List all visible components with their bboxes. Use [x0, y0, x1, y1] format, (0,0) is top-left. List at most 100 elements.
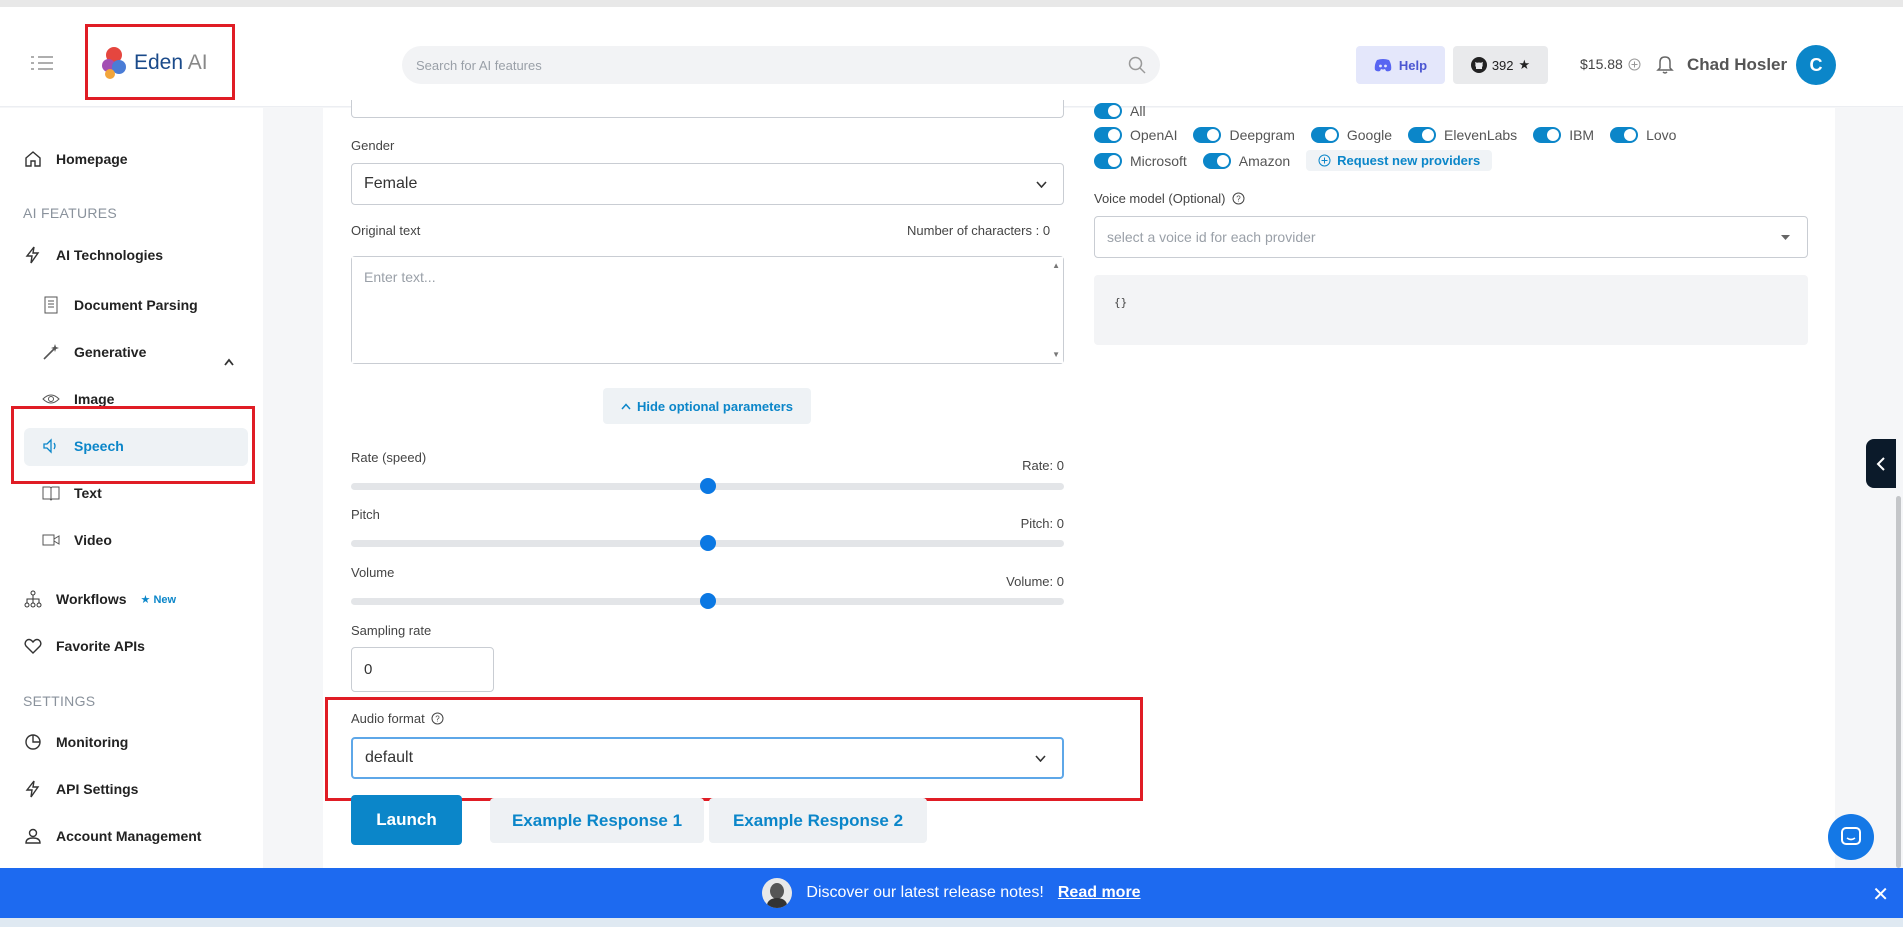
page-scrollbar[interactable]	[1896, 496, 1901, 868]
rate-value: Rate: 0	[1022, 458, 1064, 473]
sidebar-item-text[interactable]: Text	[42, 484, 102, 502]
chat-support-button[interactable]	[1828, 814, 1874, 860]
pitch-slider-thumb[interactable]	[699, 535, 716, 551]
provider-lovo[interactable]: Lovo	[1610, 127, 1676, 143]
provider-all[interactable]: All	[1094, 103, 1146, 119]
top-bar: Eden AI Help 392 ★ $15.88 Chad Hosler C	[0, 0, 1903, 107]
volume-slider-thumb[interactable]	[699, 593, 716, 609]
scroll-down-icon[interactable]: ▼	[1052, 350, 1060, 359]
sidebar-item-workflows[interactable]: Workflows ★ New	[24, 590, 176, 608]
provider-openai[interactable]: OpenAI	[1094, 127, 1177, 143]
sidebar-item-label: Text	[74, 485, 102, 501]
menu-collapse-icon[interactable]	[31, 55, 53, 71]
search-icon[interactable]	[1128, 56, 1146, 74]
github-stars-button[interactable]: 392 ★	[1453, 46, 1548, 84]
scroll-up-icon[interactable]: ▲	[1052, 261, 1060, 270]
provider-amazon[interactable]: Amazon	[1202, 152, 1290, 169]
side-panel-toggle[interactable]	[1866, 439, 1896, 488]
lightning-icon	[25, 246, 40, 264]
help-button[interactable]: Help	[1356, 46, 1445, 84]
sidebar-item-monitoring[interactable]: Monitoring	[24, 733, 128, 751]
sampling-rate-value: 0	[364, 661, 373, 678]
section-ai-features: AI FEATURES	[23, 205, 118, 221]
search-bar	[402, 46, 1160, 84]
audio-format-select[interactable]: default	[351, 737, 1064, 779]
user-name[interactable]: Chad Hosler	[1687, 55, 1787, 75]
sidebar-item-api-settings[interactable]: API Settings	[24, 780, 138, 798]
sampling-rate-label: Sampling rate	[351, 623, 432, 638]
provider-label: IBM	[1569, 127, 1595, 143]
heart-icon	[24, 638, 42, 654]
sidebar-item-favorite-apis[interactable]: Favorite APIs	[24, 637, 145, 655]
notification-bell-icon[interactable]	[1656, 54, 1674, 74]
document-icon	[44, 296, 58, 314]
provider-label: All	[1130, 103, 1146, 119]
request-new-providers-button[interactable]: Request new providers	[1306, 150, 1493, 171]
release-notes-banner: Discover our latest release notes! Read …	[0, 868, 1903, 918]
lightning-icon	[25, 780, 40, 798]
sampling-rate-input[interactable]: 0	[351, 647, 494, 692]
gender-select[interactable]: Female	[351, 163, 1064, 205]
launch-button[interactable]: Launch	[351, 795, 462, 845]
chevron-left-icon	[1876, 456, 1885, 471]
toggle-switch[interactable]	[1193, 127, 1222, 143]
audio-format-label-row: Audio format ?	[351, 711, 444, 726]
sidebar-item-label: Video	[74, 532, 112, 548]
add-credits-icon[interactable]	[1628, 58, 1641, 71]
credits-display[interactable]: $15.88	[1580, 56, 1641, 72]
truncated-field[interactable]	[351, 100, 1064, 118]
sidebar-item-label: Favorite APIs	[56, 638, 145, 654]
rate-slider-thumb[interactable]	[699, 478, 716, 494]
home-icon	[25, 151, 41, 167]
read-more-link[interactable]: Read more	[1058, 884, 1141, 902]
toggle-switch[interactable]	[1610, 127, 1639, 143]
toggle-switch[interactable]	[1408, 127, 1437, 143]
close-icon[interactable]: ✕	[1872, 882, 1889, 907]
help-circle-icon[interactable]: ?	[1232, 192, 1245, 205]
provider-deepgram[interactable]: Deepgram	[1193, 127, 1295, 143]
toggle-switch[interactable]	[1094, 103, 1122, 119]
provider-elevenlabs[interactable]: ElevenLabs	[1408, 127, 1517, 143]
sidebar-item-label: Workflows	[56, 591, 127, 607]
plus-circle-icon	[1318, 154, 1331, 167]
eden-ai-logo[interactable]: Eden AI	[102, 47, 208, 79]
sidebar-item-homepage[interactable]: Homepage	[24, 150, 128, 168]
toggle-switch[interactable]	[1533, 127, 1562, 143]
gender-value: Female	[364, 175, 418, 192]
hide-optional-parameters-button[interactable]: Hide optional parameters	[603, 388, 811, 424]
workflow-icon	[24, 590, 42, 608]
provider-google[interactable]: Google	[1310, 127, 1392, 143]
avatar[interactable]: C	[1796, 45, 1836, 85]
original-text-input[interactable]	[352, 257, 1063, 363]
logo-highlight-box: Eden AI	[85, 24, 235, 100]
provider-ibm[interactable]: IBM	[1533, 127, 1594, 143]
avatar	[762, 878, 793, 908]
new-badge: ★ New	[141, 593, 177, 606]
example-response-1-button[interactable]: Example Response 1	[490, 798, 704, 843]
book-icon	[42, 486, 60, 501]
sidebar-item-video[interactable]: Video	[42, 531, 112, 549]
sidebar-item-speech[interactable]: Speech	[42, 437, 124, 455]
help-circle-icon[interactable]: ?	[431, 712, 444, 725]
sidebar-item-ai-technologies[interactable]: AI Technologies	[24, 246, 163, 264]
original-text-label: Original text	[351, 223, 421, 238]
search-input[interactable]	[402, 46, 1082, 84]
chevron-down-icon	[1036, 181, 1047, 188]
pitch-value: Pitch: 0	[1020, 516, 1064, 531]
chevron-up-icon	[621, 402, 631, 409]
sidebar-item-document-parsing[interactable]: Document Parsing	[42, 296, 198, 314]
sidebar-item-label: Account Management	[56, 828, 202, 844]
sidebar-item-generative[interactable]: Generative	[42, 343, 146, 361]
request-new-providers-label: Request new providers	[1337, 153, 1481, 168]
voice-model-select[interactable]: select a voice id for each provider	[1094, 216, 1808, 258]
toggle-switch[interactable]	[1202, 152, 1231, 169]
audio-format-label: Audio format	[351, 711, 425, 726]
chevron-up-icon[interactable]	[224, 358, 234, 366]
provider-microsoft[interactable]: Microsoft	[1094, 152, 1187, 169]
toggle-switch[interactable]	[1094, 152, 1122, 169]
sidebar-item-account-management[interactable]: Account Management	[24, 827, 201, 845]
example-response-2-button[interactable]: Example Response 2	[709, 798, 927, 843]
toggle-switch[interactable]	[1094, 127, 1122, 143]
sidebar-item-label: Image	[74, 391, 115, 407]
toggle-switch[interactable]	[1310, 127, 1339, 143]
